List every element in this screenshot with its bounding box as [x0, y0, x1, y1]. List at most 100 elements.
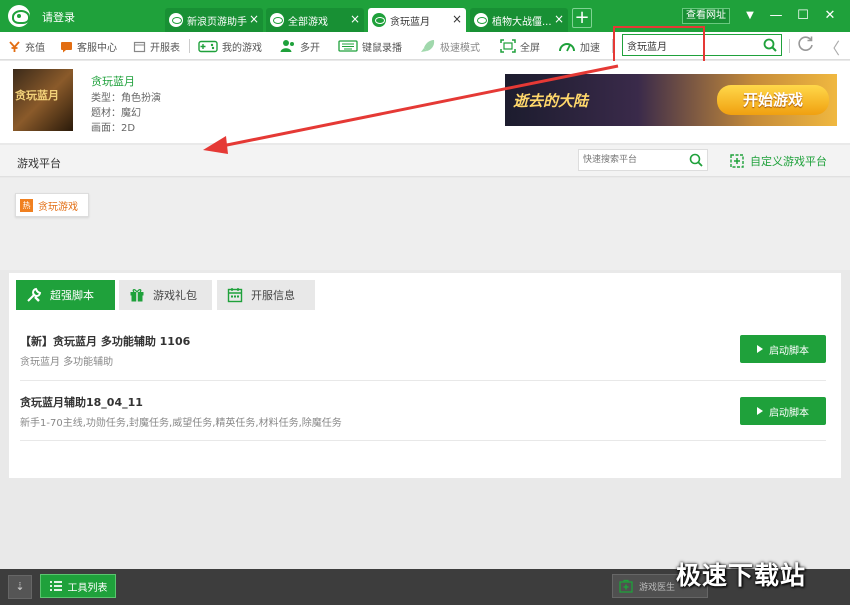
list-icon: [49, 581, 62, 591]
tab-label: 新浪页游助手: [187, 16, 247, 28]
play-icon: [757, 345, 763, 353]
tab-close-icon[interactable]: ×: [554, 12, 564, 26]
platform-title: 游戏平台: [17, 157, 61, 170]
keyboard-icon: [338, 40, 358, 52]
watermark-text: 极速下载站: [676, 561, 807, 590]
platform-search-field[interactable]: [578, 149, 708, 171]
gift-icon: [130, 289, 144, 302]
view-site-button[interactable]: 查看网址: [682, 8, 730, 24]
chat-icon: [61, 41, 72, 52]
tools-icon: [27, 287, 42, 302]
platform-chip-tanwan[interactable]: 热 贪玩游戏: [15, 193, 89, 217]
tab-close-icon[interactable]: ×: [350, 12, 360, 26]
tab-game-icon: [372, 13, 386, 27]
platform-chip-label: 贪玩游戏: [38, 201, 78, 213]
server-list-label: 开服表: [150, 42, 180, 54]
toolbar-divider: [789, 39, 790, 53]
game-doctor-label: 游戏医生: [639, 582, 676, 593]
tab-server-info[interactable]: 开服信息: [217, 280, 315, 310]
app-logo-icon: [8, 5, 30, 27]
script-row: 贪玩蓝月辅助18_04_11 新手1-70主线,功勋任务,封魔任务,威望任务,精…: [20, 381, 826, 441]
thumbnail-logo-text: 贪玩蓝月: [15, 89, 59, 102]
server-list-button[interactable]: 开服表: [133, 32, 180, 60]
new-tab-button[interactable]: +: [572, 8, 592, 28]
minimize-button[interactable]: —: [766, 6, 786, 26]
toolbar-divider: [189, 39, 190, 53]
tool-list-label: 工具列表: [67, 582, 108, 594]
fullscreen-button[interactable]: 全屏: [500, 32, 540, 60]
tool-list-button[interactable]: 工具列表: [40, 574, 116, 598]
back-icon[interactable]: 〈: [824, 35, 840, 58]
custom-platform-label: 自定义游戏平台: [750, 155, 827, 168]
multi-open-button[interactable]: 多开: [280, 32, 320, 60]
start-script-button[interactable]: 启动脚本: [740, 397, 826, 425]
script-title: 贪玩蓝月辅助18_04_11: [20, 396, 143, 409]
collapse-down-icon[interactable]: ⇣: [8, 575, 32, 599]
hot-badge-icon: 热: [20, 198, 33, 212]
tab-close-icon[interactable]: ×: [452, 12, 462, 26]
speed-mode-button[interactable]: 极速模式: [420, 32, 480, 60]
platform-header: 游戏平台 自定义游戏平台: [0, 145, 850, 177]
start-script-label: 启动脚本: [769, 407, 809, 419]
search-icon[interactable]: [689, 153, 703, 167]
recharge-button[interactable]: 充值: [8, 32, 45, 60]
speedometer-icon: [559, 43, 575, 52]
start-script-label: 启动脚本: [769, 345, 809, 357]
tab-close-icon[interactable]: ×: [249, 12, 259, 26]
tab-label: 游戏礼包: [153, 289, 197, 302]
my-games-button[interactable]: 我的游戏: [198, 32, 262, 60]
play-icon: [757, 407, 763, 415]
start-script-button[interactable]: 启动脚本: [740, 335, 826, 363]
keyboard-record-button[interactable]: 键鼠录播: [338, 32, 402, 60]
tab-label: 全部游戏: [288, 16, 328, 28]
banner-title: 逝去的大陆: [513, 92, 589, 110]
platform-list: 热 贪玩游戏: [0, 178, 850, 270]
rocket-icon: [421, 40, 435, 52]
fullscreen-label: 全屏: [520, 42, 540, 54]
login-link[interactable]: 请登录: [42, 9, 75, 25]
fullscreen-icon: [500, 39, 516, 53]
tab-sina-assistant[interactable]: 新浪页游助手 ×: [165, 8, 263, 32]
maximize-button[interactable]: ☐: [793, 6, 813, 26]
refresh-icon[interactable]: [797, 35, 815, 53]
menu-dropdown-icon[interactable]: ▼: [740, 6, 760, 26]
game-graphics: 画面：2D: [91, 123, 136, 134]
tab-super-script[interactable]: 超强脚本: [16, 280, 115, 310]
tab-tanwan-lanyue[interactable]: 贪玩蓝月 ×: [368, 8, 466, 32]
customer-service-button[interactable]: 客服中心: [60, 32, 117, 60]
custom-platform-button[interactable]: 自定义游戏平台: [730, 153, 827, 169]
tab-all-games[interactable]: 全部游戏 ×: [266, 8, 364, 32]
tab-game-gifts[interactable]: 游戏礼包: [119, 280, 212, 310]
tab-pvz[interactable]: 植物大战僵... ×: [470, 8, 568, 32]
search-icon[interactable]: [763, 38, 777, 52]
tab-game-icon: [474, 13, 488, 27]
title-bar: 请登录 新浪页游助手 × 全部游戏 × 贪玩蓝月 × 植物大战僵... × + …: [0, 0, 850, 32]
accelerate-label: 加速: [580, 42, 600, 54]
game-banner[interactable]: 逝去的大陆 开始游戏: [505, 74, 837, 126]
platform-search-input[interactable]: [579, 150, 684, 170]
accelerate-button[interactable]: 加速: [558, 32, 600, 60]
tab-game-icon: [169, 13, 183, 27]
my-games-label: 我的游戏: [222, 42, 262, 54]
customer-service-label: 客服中心: [77, 42, 117, 54]
users-icon: [280, 40, 294, 52]
script-title: 【新】贪玩蓝月 多功能辅助 1106: [20, 335, 191, 348]
medkit-icon: [619, 579, 633, 593]
gamepad-icon: [198, 40, 218, 52]
script-subtitle: 新手1-70主线,功勋任务,封魔任务,威望任务,精英任务,材料任务,除魔任务: [20, 418, 342, 429]
game-info-panel: 贪玩蓝月 贪玩蓝月 类型：角色扮演 题材：魔幻 画面：2D 逝去的大陆 开始游戏: [0, 61, 850, 143]
game-theme: 题材：魔幻: [91, 108, 141, 119]
tab-label: 植物大战僵...: [492, 16, 552, 28]
game-type: 类型：角色扮演: [91, 93, 161, 104]
close-button[interactable]: ✕: [820, 6, 840, 26]
tab-label: 贪玩蓝月: [390, 16, 430, 28]
script-panel: 超强脚本 游戏礼包 开服信息 【新】贪玩蓝月 多功能辅助 1106 贪玩蓝月 多…: [9, 273, 841, 478]
calendar-icon: [133, 41, 146, 52]
tab-game-icon: [270, 13, 284, 27]
start-game-button[interactable]: 开始游戏: [717, 85, 829, 115]
keyboard-record-label: 键鼠录播: [362, 42, 402, 54]
multi-open-label: 多开: [300, 42, 320, 54]
recharge-label: 充值: [25, 42, 45, 54]
game-thumbnail: 贪玩蓝月: [13, 69, 73, 131]
game-title[interactable]: 贪玩蓝月: [91, 73, 135, 89]
